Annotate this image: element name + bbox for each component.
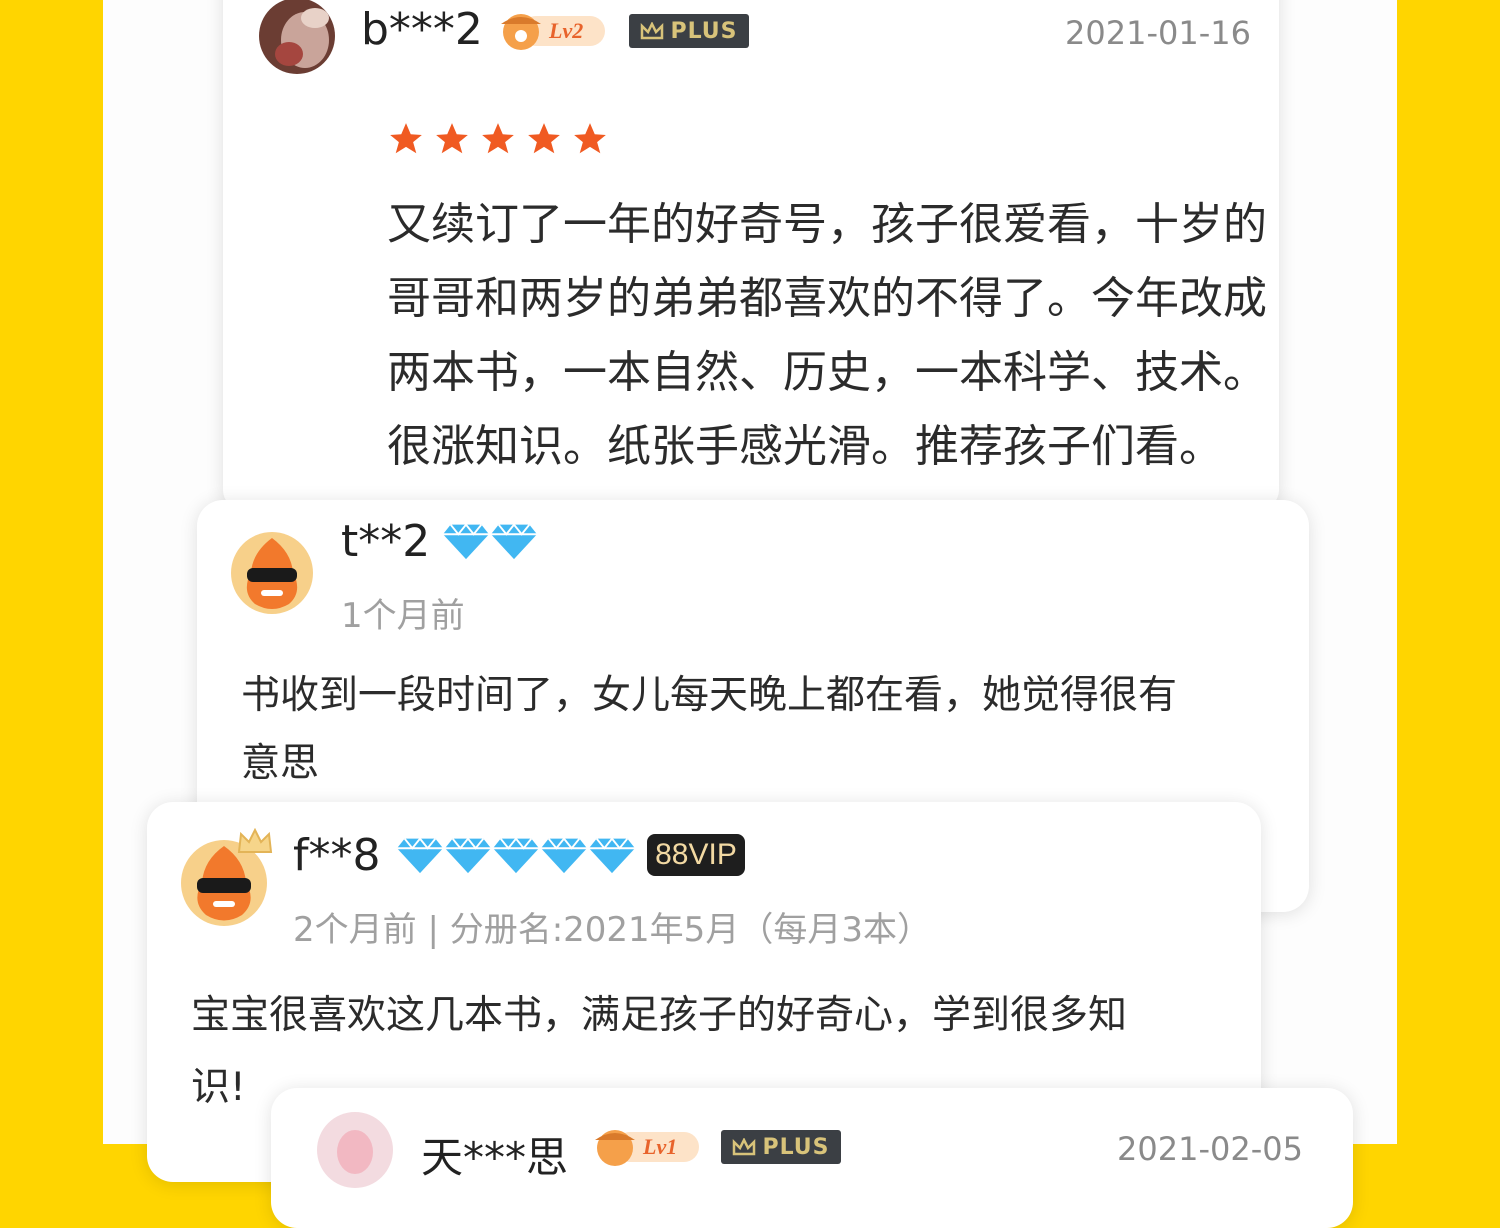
level-badge: Lv2 (495, 8, 607, 52)
review-card-1[interactable]: b***2 Lv2 PLUS 2021-01-16 又续订了一年的好奇号，孩子很… (223, 0, 1279, 510)
username: b***2 (361, 4, 483, 55)
review-line: 书收到一段时间了，女儿每天晚上都在看，她觉得很有 (241, 673, 1178, 718)
review-line: 很涨知识。纸张手感光滑。推荐孩子们看。 (387, 421, 1223, 472)
username: f**8 (293, 830, 381, 881)
review-line: 又续订了一年的好奇号，孩子很爱看，十岁的 (387, 199, 1267, 250)
username: t**2 (341, 516, 431, 567)
crown-icon (641, 22, 664, 40)
review-line: 宝宝很喜欢这几本书，满足孩子的好奇心，学到很多知 (191, 993, 1128, 1038)
star-icon (482, 123, 514, 154)
crown-icon (237, 828, 273, 853)
diamond-icon (541, 837, 587, 874)
review-text: 又续订了一年的好奇号，孩子很爱看，十岁的 哥哥和两岁的弟弟都喜欢的不得了。今年改… (387, 188, 1267, 484)
reviews-panel: b***2 Lv2 PLUS 2021-01-16 又续订了一年的好奇号，孩子很… (103, 0, 1397, 1228)
avatar-photo-icon (259, 0, 335, 74)
review-date: 2021-02-05 (1117, 1130, 1303, 1168)
diamond-icon (491, 523, 537, 560)
crown-icon (733, 1138, 756, 1156)
level-badge: Lv1 (589, 1124, 701, 1168)
plus-badge: PLUS (721, 1130, 841, 1164)
star-icon (574, 123, 606, 154)
mascot-avatar-icon (231, 532, 313, 614)
level-label: Lv2 (549, 18, 584, 43)
diamond-icon (493, 837, 539, 874)
review-card-4[interactable]: 天***思 Lv1 PLUS 2021-02-05 (271, 1088, 1353, 1228)
member-diamonds (443, 520, 537, 560)
diamond-icon (397, 837, 443, 874)
member-diamonds (397, 834, 635, 874)
avatar[interactable] (231, 532, 313, 614)
diamond-icon (445, 837, 491, 874)
review-meta: 2个月前 | 分册名:2021年5月（每月3本） (293, 910, 931, 950)
plus-badge: PLUS (629, 14, 749, 48)
review-time: 1个月前 (341, 596, 465, 636)
avatar[interactable] (317, 1112, 393, 1188)
star-icon (390, 123, 422, 154)
star-rating (387, 120, 609, 158)
level-label: Lv1 (643, 1134, 678, 1159)
diamond-icon (589, 837, 635, 874)
avatar-photo-icon (317, 1112, 393, 1188)
review-date: 2021-01-16 (1065, 14, 1251, 52)
review-line: 两本书，一本自然、历史，一本科学、技术。 (387, 347, 1267, 398)
avatar[interactable] (259, 0, 335, 74)
star-icon (528, 123, 560, 154)
review-line: 意思 (241, 741, 320, 786)
review-text: 书收到一段时间了，女儿每天晚上都在看，她觉得很有 意思 (241, 662, 1301, 798)
review-line: 哥哥和两岁的弟弟都喜欢的不得了。今年改成 (387, 273, 1267, 324)
vip-badge: 88VIP (647, 834, 745, 876)
star-icon (436, 123, 468, 154)
username: 天***思 (421, 1133, 569, 1182)
plus-label: PLUS (670, 18, 738, 44)
diamond-icon (443, 523, 489, 560)
plus-label: PLUS (762, 1134, 830, 1160)
